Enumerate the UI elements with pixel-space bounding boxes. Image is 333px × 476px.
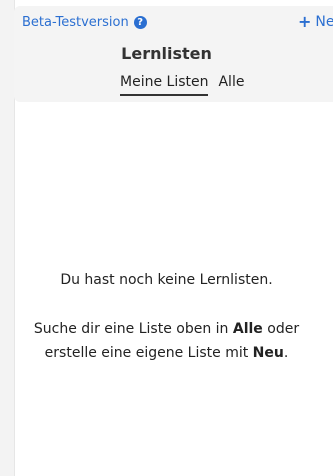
tab-bar: Meine Listen Alle bbox=[120, 74, 244, 96]
empty-hint-line-1: Suche dir eine Liste oben in Alle oder bbox=[0, 317, 333, 342]
new-list-button[interactable]: + Neu bbox=[298, 12, 333, 31]
hint-text: oder bbox=[262, 320, 300, 337]
beta-version-link[interactable]: Beta-Testversion ? bbox=[22, 15, 147, 30]
empty-state: Du hast noch keine Lernlisten. Suche dir… bbox=[0, 268, 333, 366]
help-icon[interactable]: ? bbox=[133, 16, 147, 29]
page-title: Lernlisten bbox=[121, 44, 212, 63]
empty-hint-line-2: erstelle eine eigene Liste mit Neu. bbox=[0, 341, 333, 366]
plus-icon: + bbox=[298, 12, 312, 31]
tab-all[interactable]: Alle bbox=[218, 74, 244, 96]
left-edge-panel bbox=[0, 0, 15, 476]
hint-new-emphasis: Neu bbox=[252, 345, 284, 361]
header: Beta-Testversion ? + Neu Lernlisten Mein… bbox=[14, 6, 333, 102]
beta-label: Beta-Testversion bbox=[22, 15, 129, 30]
new-button-label: Neu bbox=[315, 14, 333, 30]
hint-text: . bbox=[283, 345, 289, 361]
tab-my-lists[interactable]: Meine Listen bbox=[120, 74, 209, 96]
empty-headline: Du hast noch keine Lernlisten. bbox=[60, 272, 273, 288]
hint-text: Suche dir eine Liste oben in bbox=[33, 320, 233, 337]
hint-text: erstelle eine eigene Liste mit bbox=[44, 345, 253, 361]
hint-all-emphasis: Alle bbox=[232, 320, 263, 337]
